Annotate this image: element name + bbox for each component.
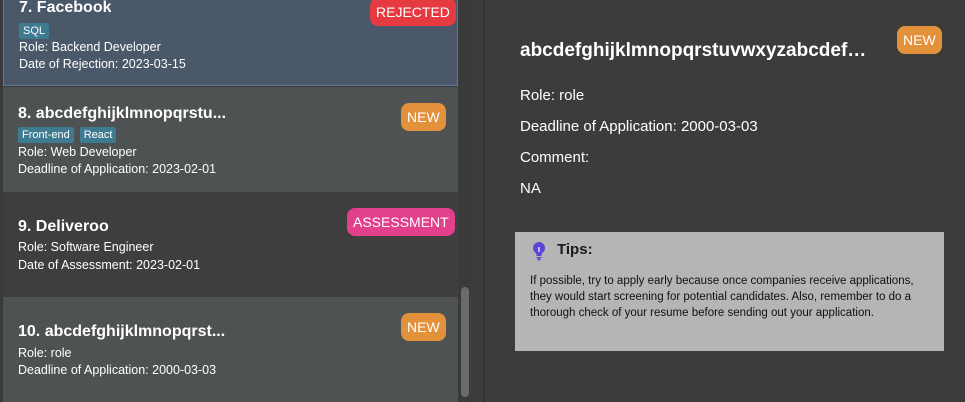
status-badge: ASSESSMENT <box>347 208 455 236</box>
item-date: Deadline of Application: 2000-03-03 <box>18 363 217 377</box>
item-title: 10. abcdefghijklmnopqrst... <box>18 323 288 341</box>
status-badge: NEW <box>401 313 446 341</box>
list-scrollbar-thumb[interactable] <box>461 287 469 397</box>
item-company: Facebook <box>36 0 112 16</box>
item-role: Role: Backend Developer <box>19 40 161 54</box>
list-item[interactable]: 10. abcdefghijklmnopqrst... Role: role D… <box>3 297 458 402</box>
item-title: 8. abcdefghijklmnopqrstu... <box>18 105 288 123</box>
detail-panel: abcdefghijklmnopqrstuvwxyzabcdefghijk...… <box>485 0 965 402</box>
lightbulb-icon <box>533 242 545 261</box>
item-date: Date of Rejection: 2023-03-15 <box>19 57 186 71</box>
item-index: 10. <box>18 323 41 340</box>
tag-front-end: Front-end <box>18 127 74 143</box>
list-item[interactable]: 8. abcdefghijklmnopqrstu... Front-end Re… <box>3 87 458 192</box>
item-role: Role: Software Engineer <box>18 240 154 254</box>
item-role: Role: role <box>18 346 72 360</box>
status-badge: REJECTED <box>370 0 456 26</box>
tips-title: Tips: <box>557 241 593 258</box>
tag-sql: SQL <box>19 23 50 39</box>
status-badge: NEW <box>401 103 446 131</box>
application-list: 7. Facebook SQL Role: Backend Developer … <box>0 0 470 402</box>
detail-title: abcdefghijklmnopqrstuvwxyzabcdefghijk... <box>520 40 875 61</box>
item-role: Role: Web Developer <box>18 145 137 159</box>
item-company: Deliveroo <box>35 218 109 235</box>
item-title: 7. Facebook <box>19 0 111 17</box>
detail-deadline: Deadline of Application: 2000-03-03 <box>520 118 758 135</box>
tips-body: If possible, try to apply early because … <box>530 275 914 319</box>
item-index: 9. <box>18 218 32 235</box>
tips-box: Tips: If possible, try to apply early be… <box>515 232 944 351</box>
tag-list: Front-end React <box>18 127 117 143</box>
item-company: abcdefghijklmnopqrstu... <box>35 105 227 122</box>
item-index: 8. <box>18 105 32 122</box>
item-date: Date of Assessment: 2023-02-01 <box>18 258 201 272</box>
list-item[interactable]: 9. Deliveroo Role: Software Engineer Dat… <box>3 192 458 297</box>
detail-comment-label: Comment: <box>520 149 590 166</box>
detail-comment-value: NA <box>520 180 541 197</box>
tag-react: React <box>79 127 117 143</box>
list-item[interactable]: 7. Facebook SQL Role: Backend Developer … <box>3 0 458 86</box>
item-company: abcdefghijklmnopqrst... <box>44 323 226 340</box>
item-date: Deadline of Application: 2023-02-01 <box>18 162 217 176</box>
item-title: 9. Deliveroo <box>18 218 109 236</box>
detail-status-badge: NEW <box>897 26 942 54</box>
item-index: 7. <box>19 0 33 16</box>
tag-list: SQL <box>19 23 50 39</box>
detail-role: Role: role <box>520 87 585 104</box>
